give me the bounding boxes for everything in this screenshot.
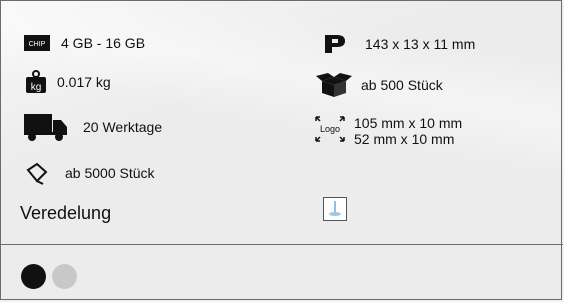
logo-resize-icon: Logo: [314, 115, 346, 143]
color-swatch-gray[interactable]: [52, 264, 77, 289]
svg-text:Logo: Logo: [320, 124, 340, 134]
product-spec-card: CHIP 4 GB - 16 GB kg 0.017 kg 20 Werktag…: [0, 0, 563, 300]
pen-icon: [25, 161, 49, 185]
svg-text:kg: kg: [31, 82, 42, 93]
weight-icon: kg: [25, 70, 47, 94]
truck-icon: [23, 112, 69, 142]
color-swatch-black[interactable]: [21, 264, 46, 289]
min-order-row: ab 5000 Stück: [25, 161, 155, 185]
box-qty-value: ab 500 Stück: [361, 77, 443, 93]
dimensions-value: 143 x 13 x 11 mm: [365, 36, 476, 52]
logo-size-values: 105 mm x 10 mm 52 mm x 10 mm: [354, 115, 462, 147]
delivery-value: 20 Werktage: [83, 119, 163, 135]
engraving-icon[interactable]: [323, 197, 347, 226]
box-qty-row: ab 500 Stück: [315, 72, 443, 98]
memory-row: CHIP 4 GB - 16 GB: [23, 34, 145, 52]
memory-value: 4 GB - 16 GB: [61, 35, 146, 51]
weight-row: kg 0.017 kg: [25, 70, 111, 94]
logo-size-1: 105 mm x 10 mm: [354, 115, 463, 131]
section-divider: [1, 244, 563, 245]
chip-icon: CHIP: [23, 34, 51, 52]
dimensions-row: 143 x 13 x 11 mm: [323, 34, 475, 54]
logo-size-row: Logo 105 mm x 10 mm 52 mm x 10 mm: [314, 115, 462, 147]
logo-size-2: 52 mm x 10 mm: [354, 131, 455, 147]
veredelung-label: Veredelung: [20, 203, 112, 223]
svg-text:CHIP: CHIP: [29, 41, 46, 48]
min-order-value: ab 5000 Stück: [65, 165, 155, 181]
box-icon: [315, 72, 353, 98]
weight-value: 0.017 kg: [57, 74, 111, 90]
dimensions-icon: [323, 34, 349, 54]
delivery-row: 20 Werktage: [23, 112, 162, 142]
